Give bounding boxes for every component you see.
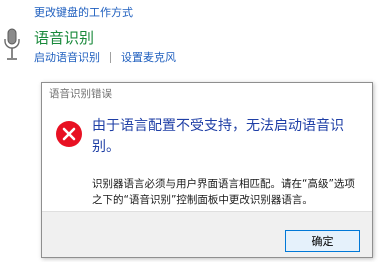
error-detail-text: 识别器语言必须与用户界面语言相匹配。请在“高级”选项之下的“语音识别”控制面板中… — [92, 178, 355, 206]
link-separator — [110, 51, 111, 63]
dialog-title: 语音识别错误 — [42, 83, 372, 105]
start-speech-recognition-link[interactable]: 启动语音识别 — [34, 49, 100, 65]
speech-recognition-title[interactable]: 语音识别 — [34, 27, 94, 48]
microphone-icon — [4, 28, 20, 60]
error-dialog: 语音识别错误 由于语言配置不受支持，无法启动语音识别。 识别器语言必须与用户界面… — [41, 82, 373, 258]
main-error-message: 由于语言配置不受支持，无法启动语音识别。 — [92, 118, 344, 155]
dialog-footer: 确定 — [42, 211, 372, 257]
error-icon — [56, 121, 82, 147]
speech-links: 启动语音识别 设置麦克风 — [34, 49, 176, 65]
setup-microphone-link[interactable]: 设置麦克风 — [121, 49, 176, 65]
ok-button[interactable]: 确定 — [285, 230, 360, 252]
dialog-content: 由于语言配置不受支持，无法启动语音识别。 识别器语言必须与用户界面语言相匹配。请… — [42, 105, 372, 211]
change-keyboard-link[interactable]: 更改键盘的工作方式 — [34, 4, 133, 20]
